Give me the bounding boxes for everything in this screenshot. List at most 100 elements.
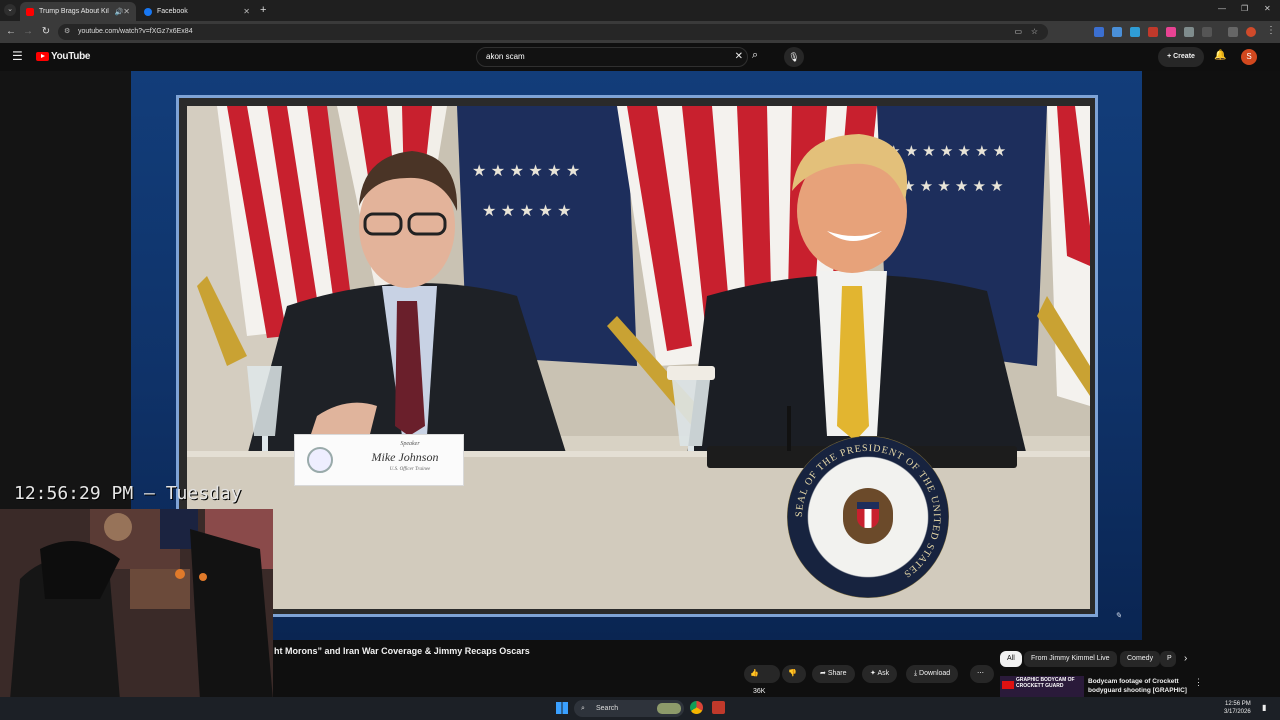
related-video-title[interactable]: Bodycam footage of Crockett bodyguard sh… [1088, 677, 1192, 695]
svg-text:★ ★ ★ ★ ★ ★: ★ ★ ★ ★ ★ ★ [472, 163, 580, 180]
avatar[interactable]: S [1241, 49, 1257, 65]
ask-label: Ask [877, 670, 890, 677]
extension-icon[interactable] [1166, 27, 1176, 37]
restore-icon[interactable]: ❐ [1241, 4, 1248, 13]
address-input[interactable]: ⚙ youtube.com/watch?v=fXGz7x6Ex84 ▭ ☆ [58, 24, 1048, 40]
notification-center-icon[interactable]: ▮ [1262, 703, 1266, 712]
nameplate: Speaker Mike Johnson U.S. Officer Traine… [294, 434, 464, 486]
app-icon[interactable] [712, 701, 725, 714]
notifications-bell-icon[interactable]: 🔔 [1214, 50, 1226, 61]
webcam-scene [0, 509, 273, 700]
youtube-logo[interactable]: YouTube [36, 51, 91, 62]
tab-search-icon[interactable]: ⌄ [4, 4, 16, 16]
thumbs-down-icon: 👎 [788, 670, 797, 677]
back-icon[interactable]: ← [4, 25, 18, 39]
profile-icon[interactable] [1246, 27, 1256, 37]
video-title: ht Morons” and Iran War Coverage & Jimmy… [274, 646, 530, 656]
chip-from-channel[interactable]: From Jimmy Kimmel Live [1024, 651, 1117, 667]
channel-watermark-icon: ✎ [1115, 611, 1122, 620]
share-icon: ➦ [820, 670, 828, 677]
extension-icon[interactable] [1112, 27, 1122, 37]
windows-start-icon[interactable] [556, 702, 568, 714]
nameplate-seal-icon [307, 447, 333, 473]
like-button[interactable]: 👍 36K [744, 665, 780, 695]
thumb-caption: GRAPHIC BODYCAM OF CROCKETT GUARD [1016, 677, 1075, 689]
site-info-icon[interactable]: ⚙ [64, 24, 70, 40]
youtube-favicon-icon [26, 7, 34, 16]
voice-search-icon[interactable]: 🎙 [784, 47, 804, 67]
svg-text:SEAL OF THE PRESIDENT OF THE U: SEAL OF THE PRESIDENT OF THE UNITED STAT… [794, 443, 942, 580]
youtube-play-icon [36, 52, 49, 61]
tab-title: Trump Brags About Killing [39, 8, 109, 15]
reload-icon[interactable]: ↻ [39, 25, 53, 39]
taskbar-search[interactable]: ⌕ Search [574, 700, 684, 717]
video-scene: ★ ★ ★ ★ ★ ★ ★ ★ ★ ★ ★ ★ ★ ★ ★ ★ ★ ★ ★ ★ … [187, 106, 1090, 609]
download-button[interactable]: ⤓ Download [906, 665, 959, 683]
search-highlight-icon [657, 703, 681, 714]
facebook-favicon-icon [144, 7, 152, 16]
clear-search-icon[interactable]: ✕ [735, 48, 743, 66]
search-input[interactable]: akon scam ✕ [476, 47, 748, 67]
search-value: akon scam [486, 52, 525, 61]
taskbar-time: 12:56 PM [1225, 701, 1251, 707]
youtube-logo-text: YouTube [51, 51, 91, 62]
seal-text: SEAL OF THE PRESIDENT OF THE UNITED STAT… [794, 443, 941, 580]
tab-close-icon[interactable]: ✕ [243, 7, 250, 16]
related-more-icon[interactable]: ⋮ [1194, 677, 1203, 688]
extension-icon[interactable] [1148, 27, 1158, 37]
browser-tab-strip: ⌄ Trump Brags About Killing 🔊 ✕ Facebook… [0, 0, 1280, 21]
browser-menu-icon[interactable]: ⋮ [1266, 25, 1276, 36]
chip-scroll-right-icon[interactable]: › [1184, 653, 1187, 664]
share-button[interactable]: ➦ Share [812, 665, 855, 683]
extension-icon[interactable] [1184, 27, 1194, 37]
cast-icon[interactable]: ▭ [1014, 24, 1022, 40]
presidential-seal: SEAL OF THE PRESIDENT OF THE UNITED STAT… [787, 436, 949, 598]
browser-toolbar: ← → ↻ ⚙ youtube.com/watch?v=fXGz7x6Ex84 … [0, 21, 1280, 43]
youtube-header: ☰ YouTube akon scam ✕ ⌕ 🎙 + Create 🔔 S [0, 43, 1280, 71]
sidebar-icon[interactable] [1228, 27, 1238, 37]
thumbs-up-icon: 👍 [750, 670, 759, 677]
minimize-icon[interactable]: — [1218, 4, 1226, 13]
windows-taskbar: ⌕ Search 12:56 PM 3/17/2026 ▮ [0, 697, 1280, 720]
bookmark-star-icon[interactable]: ☆ [1031, 24, 1038, 40]
extension-icon[interactable] [1130, 27, 1140, 37]
extensions-puzzle-icon[interactable] [1202, 27, 1212, 37]
chrome-icon[interactable] [690, 701, 703, 714]
related-video-thumbnail[interactable]: GRAPHIC BODYCAM OF CROCKETT GUARD [1000, 676, 1084, 697]
close-window-icon[interactable]: ✕ [1264, 4, 1271, 13]
page-background-right [1142, 71, 1280, 640]
chip-all[interactable]: All [1000, 651, 1022, 667]
search-icon[interactable]: ⌕ [752, 49, 758, 62]
hamburger-menu-icon[interactable]: ☰ [12, 49, 23, 63]
chip-partial[interactable]: P [1160, 651, 1176, 667]
create-label: Create [1173, 53, 1195, 60]
more-actions-button[interactable]: ⋯ [970, 665, 994, 683]
stream-clock-overlay: 12:56:29 PM — Tuesday [14, 483, 242, 504]
tab-title: Facebook [157, 8, 188, 15]
share-label: Share [827, 670, 847, 677]
audio-icon[interactable]: 🔊 [115, 8, 124, 16]
taskbar-clock[interactable]: 12:56 PM 3/17/2026 [1224, 700, 1251, 716]
nameplate-subtitle: U.S. Officer Trainee [389, 467, 431, 472]
download-label: Download [919, 670, 951, 677]
tab-facebook[interactable]: Facebook ✕ [138, 2, 256, 21]
chip-comedy[interactable]: Comedy [1120, 651, 1161, 667]
extension-icon[interactable] [1094, 27, 1104, 37]
svg-text:★ ★ ★ ★ ★ ★ ★: ★ ★ ★ ★ ★ ★ ★ [887, 143, 1006, 160]
webcam-overlay [0, 509, 273, 700]
dislike-button[interactable]: 👎 [782, 665, 806, 683]
like-count: 36K [753, 688, 766, 695]
url-text: youtube.com/watch?v=fXGz7x6Ex84 [78, 28, 193, 35]
nameplate-name: Mike Johnson [371, 450, 439, 464]
tab-close-icon[interactable]: ✕ [123, 7, 130, 16]
news-badge-icon [1002, 681, 1014, 689]
svg-text:★ ★ ★ ★ ★ ★: ★ ★ ★ ★ ★ ★ [902, 178, 1004, 195]
tab-youtube[interactable]: Trump Brags About Killing 🔊 ✕ [20, 2, 136, 21]
svg-text:★ ★ ★ ★ ★: ★ ★ ★ ★ ★ [482, 203, 572, 220]
new-tab-icon[interactable]: + [260, 4, 266, 16]
forward-icon[interactable]: → [21, 25, 35, 39]
taskbar-search-label: Search [596, 705, 619, 712]
ask-button[interactable]: ✦ Ask [862, 665, 898, 683]
video-scene-art: ★ ★ ★ ★ ★ ★ ★ ★ ★ ★ ★ ★ ★ ★ ★ ★ ★ ★ ★ ★ … [187, 106, 1090, 609]
create-button[interactable]: + Create [1158, 47, 1204, 67]
